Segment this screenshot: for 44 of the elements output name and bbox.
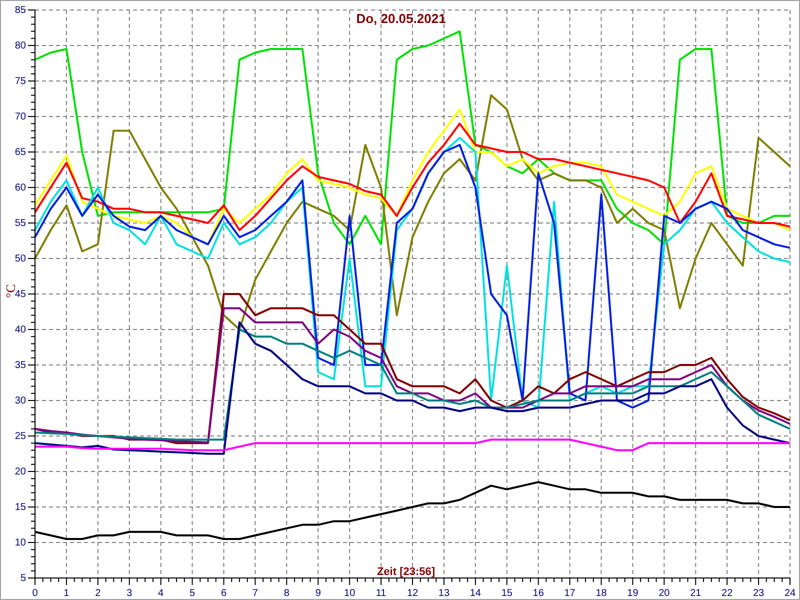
tick-label: 70 [14,112,26,122]
tick-label: 2 [95,588,101,599]
tick-label: 20 [14,466,26,478]
chart-title: Do, 20.05.2021 [356,11,446,26]
tick-label: 6 [220,588,227,599]
tick-label: 16 [532,588,544,599]
tick-label: 0 [32,588,38,599]
tick-label: 45 [14,289,26,300]
tick-label: 50 [14,254,26,264]
tick-label: 10 [14,538,26,548]
tick-label: 25 [14,431,26,442]
tick-label: 20 [658,588,670,599]
axis-title: Zeit [23:56] [376,566,436,578]
tick-label: 24 [784,588,796,599]
tick-label: 19 [627,588,638,599]
tick-label: 5 [190,588,196,599]
tick-label: 23 [752,588,764,599]
tick-label: 13 [438,588,450,599]
tick-label: 12 [406,588,418,599]
tick-label: 11 [376,588,386,599]
tick-label: 30 [14,396,26,406]
tick-label: 15 [14,502,26,513]
tick-label: 35 [14,360,26,371]
tick-label: 14 [470,588,481,599]
tick-label: 1 [64,588,70,599]
tick-label: 9 [315,588,321,599]
tick-label: 80 [14,40,26,52]
tick-label: 4 [158,588,164,599]
tick-label: 3 [126,588,132,599]
tick-label: 18 [596,588,607,599]
tick-label: 10 [344,588,356,599]
tick-label: 22 [722,588,733,599]
tick-label: 5 [20,573,26,584]
tick-label: 8 [284,588,290,599]
tick-label: 60 [14,182,26,194]
tick-label: 7 [252,588,258,599]
tick-label: 15 [501,588,512,599]
tick-label: 65 [14,147,26,158]
tick-label: 85 [14,5,26,16]
tick-label: 17 [564,588,576,599]
tick-label: 75 [14,76,26,87]
tick-label: 21 [690,588,702,599]
tick-label: 55 [14,218,26,229]
tick-label: 40 [14,324,26,336]
